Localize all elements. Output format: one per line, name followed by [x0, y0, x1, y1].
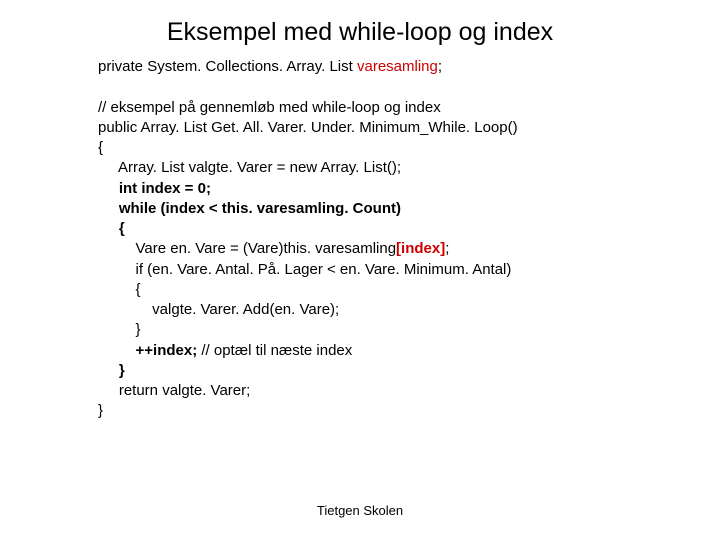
code-text: } — [98, 401, 680, 421]
code-text: while (index < this. varesamling. Count) — [98, 199, 680, 219]
code-text: ; — [438, 58, 442, 75]
code-text: ; — [445, 240, 449, 257]
code-text: } — [98, 361, 680, 381]
slide-footer: Tietgen Skolen — [0, 503, 720, 518]
code-comment: // eksempel på gennemløb med while-loop … — [98, 98, 680, 118]
code-text: if (en. Vare. Antal. På. Lager < en. Var… — [98, 260, 680, 280]
code-text: Vare en. Vare = (Vare)this. varesamling — [98, 240, 396, 257]
code-text: } — [98, 320, 680, 340]
code-text: Array. List valgte. Varer = new Array. L… — [98, 158, 680, 178]
code-text: int index = 0; — [98, 179, 680, 199]
code-highlight: varesamling — [357, 58, 438, 75]
code-text: valgte. Varer. Add(en. Vare); — [98, 300, 680, 320]
code-text: { — [98, 138, 680, 158]
code-block: private System. Collections. Array. List… — [0, 57, 720, 422]
code-text: return valgte. Varer; — [98, 381, 680, 401]
code-text: { — [98, 219, 680, 239]
code-text: { — [98, 280, 680, 300]
code-highlight: [index] — [396, 240, 445, 257]
code-text: public Array. List Get. All. Varer. Unde… — [98, 118, 680, 138]
code-comment: // optæl til næste index — [197, 342, 352, 359]
code-text: ++index; — [98, 342, 197, 359]
code-text: private System. Collections. Array. List — [98, 58, 357, 75]
slide-title: Eksempel med while-loop og index — [0, 0, 720, 57]
